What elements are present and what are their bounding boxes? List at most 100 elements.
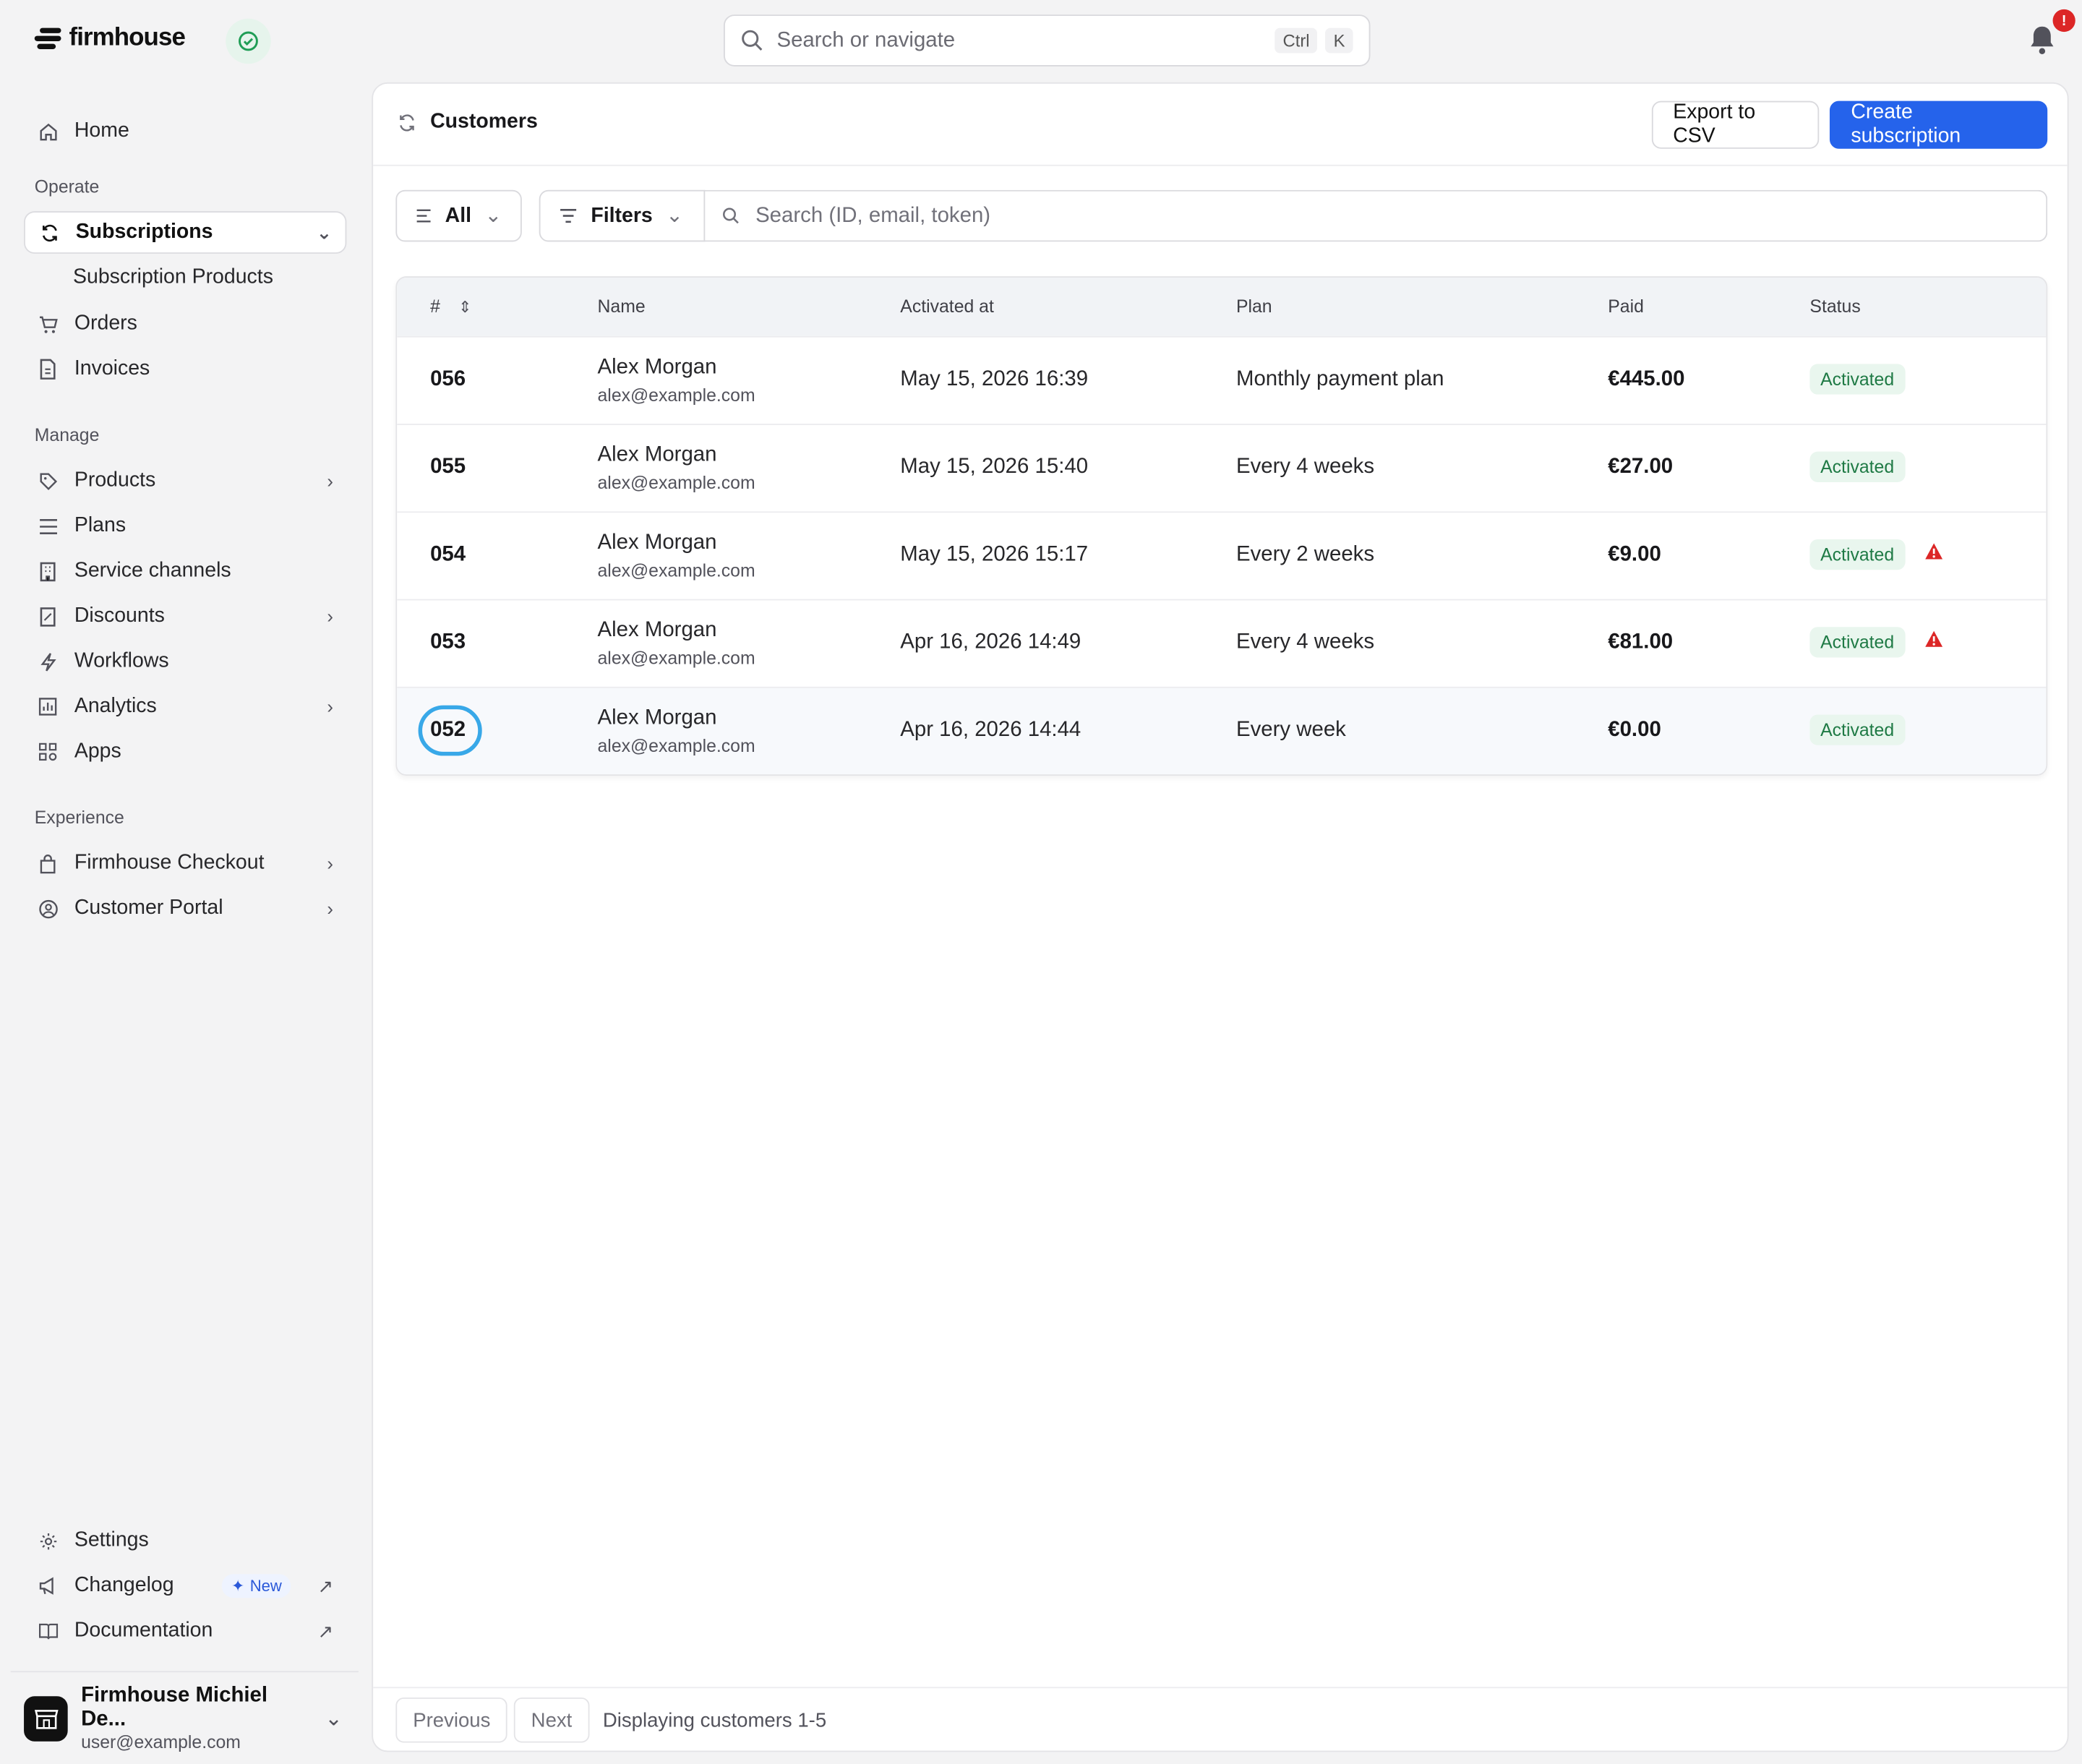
tag-icon: [37, 470, 58, 491]
sidebar-item-orders[interactable]: Orders: [24, 303, 346, 346]
list-icon: [37, 515, 58, 536]
status-badge: Activated: [1809, 627, 1905, 658]
sidebar-item-home[interactable]: Home: [24, 110, 346, 153]
cell-paid: €9.00: [1608, 543, 1661, 566]
cell-plan: Every 2 weeks: [1235, 543, 1375, 566]
table-row[interactable]: 055 Alex Morgan alex@example.com May 15, 20…: [397, 424, 2047, 512]
user-circle-icon: [37, 898, 58, 919]
sidebar-item-label: Service channels: [74, 559, 231, 582]
chevron-down-icon: ⌄: [666, 204, 684, 228]
account-name: Firmhouse Michiel De...: [81, 1684, 268, 1731]
cell-id[interactable]: 054: [430, 543, 466, 567]
next-button[interactable]: Next: [513, 1697, 590, 1743]
book-icon: [37, 1621, 58, 1642]
sidebar-item-documentation[interactable]: Documentation ↗: [24, 1610, 346, 1653]
cell-id[interactable]: 055: [430, 455, 466, 479]
page-title: Customers: [397, 110, 538, 134]
cell-paid: €81.00: [1608, 630, 1674, 654]
table-search-placeholder: Search (ID, email, token): [755, 204, 991, 227]
table-row[interactable]: 052 Alex Morgan alex@example.com Apr 16, 20…: [397, 686, 2047, 775]
store-icon: [24, 1695, 68, 1741]
status-badge: Activated: [1809, 714, 1905, 745]
table-row[interactable]: 053 Alex Morgan alex@example.com Apr 16, 20…: [397, 599, 2047, 687]
account-switcher[interactable]: Firmhouse Michiel De... user@example.com…: [10, 1671, 359, 1764]
sidebar-item-apps[interactable]: Apps: [24, 731, 346, 774]
section-label-operate: Operate: [34, 176, 100, 197]
sidebar-item-workflows[interactable]: Workflows: [24, 641, 346, 683]
account-email: user@example.com: [81, 1731, 241, 1752]
chevron-right-icon: ›: [327, 898, 334, 920]
table-body: 056 Alex Morgan alex@example.com May 15, 20…: [397, 335, 2047, 775]
sidebar-item-plans[interactable]: Plans: [24, 505, 346, 547]
cell-plan: Every 4 weeks: [1235, 455, 1375, 479]
sidebar-item-subscriptions[interactable]: Subscriptions ⌄: [24, 211, 347, 254]
sidebar-item-service-channels[interactable]: Service channels: [24, 550, 346, 593]
main-panel: Customers Export to CSV Create subscript…: [372, 82, 2069, 1752]
sidebar-item-label: Plans: [74, 514, 127, 537]
environment-status-badge[interactable]: [226, 18, 271, 64]
sidebar-item-label: Documentation: [74, 1619, 213, 1642]
sidebar-item-customer-portal[interactable]: Customer Portal ›: [24, 887, 346, 930]
sidebar-item-settings[interactable]: Settings: [24, 1520, 346, 1562]
discount-icon: [37, 606, 58, 627]
bolt-icon: [37, 651, 58, 672]
column-header-paid: Paid: [1608, 296, 1644, 317]
section-label-manage: Manage: [34, 424, 100, 445]
global-search-input[interactable]: Search or navigate Ctrl K: [724, 14, 1371, 67]
section-label-experience: Experience: [34, 808, 124, 828]
column-header-name: Name: [597, 296, 646, 317]
cart-icon: [37, 314, 58, 335]
cell-name: Alex Morgan: [597, 356, 717, 379]
building-icon: [37, 560, 58, 581]
sidebar-item-invoices[interactable]: Invoices: [24, 348, 346, 390]
column-header-id[interactable]: # ⇕: [430, 296, 472, 317]
warning-icon[interactable]: [1924, 542, 1944, 561]
cell-name: Alex Morgan: [597, 619, 717, 642]
cell-email: alex@example.com: [597, 385, 755, 406]
table-row[interactable]: 054 Alex Morgan alex@example.com May 15, 20…: [397, 511, 2047, 599]
keyboard-shortcut: Ctrl K: [1275, 27, 1353, 53]
chevron-right-icon: ›: [327, 695, 334, 718]
bag-icon: [37, 853, 58, 874]
create-subscription-button[interactable]: Create subscription: [1829, 100, 2048, 149]
kbd-k: K: [1325, 27, 1353, 53]
cell-paid: €445.00: [1608, 367, 1685, 391]
warning-icon[interactable]: [1924, 630, 1944, 648]
sidebar-item-changelog[interactable]: Changelog ✦ New ↗: [24, 1564, 346, 1607]
view-select[interactable]: All ⌄: [395, 189, 522, 242]
column-header-label: #: [430, 296, 440, 317]
sidebar-item-discounts[interactable]: Discounts ›: [24, 595, 346, 638]
sidebar-item-label: Changelog: [74, 1574, 174, 1597]
table-search-input[interactable]: Search (ID, email, token): [703, 189, 2048, 242]
cell-id[interactable]: 052: [430, 719, 466, 742]
bell-icon[interactable]: [2028, 24, 2057, 56]
chevron-right-icon: ›: [327, 852, 334, 874]
cell-email: alex@example.com: [597, 473, 755, 493]
status-badge: Activated: [1809, 539, 1905, 570]
export-csv-button[interactable]: Export to CSV: [1651, 100, 1820, 149]
document-icon: [37, 359, 58, 380]
filter-icon: [560, 209, 577, 223]
new-badge-label: New: [249, 1576, 282, 1596]
sidebar-item-analytics[interactable]: Analytics ›: [24, 685, 346, 728]
cell-activated-at: May 15, 2026 15:40: [900, 455, 1089, 479]
home-icon: [37, 121, 58, 142]
filters-button[interactable]: Filters ⌄: [539, 189, 706, 242]
sidebar-item-label: Settings: [74, 1528, 149, 1551]
table-toolbar: All ⌄ Filters ⌄ Search (ID, email, token…: [395, 189, 2048, 242]
cell-id[interactable]: 053: [430, 631, 466, 655]
previous-button[interactable]: Previous: [395, 1697, 508, 1743]
sidebar-item-label: Subscriptions: [75, 220, 213, 244]
lines-icon: [416, 209, 431, 223]
page-title-label: Customers: [430, 110, 538, 133]
customers-table: # ⇕ Name Activated at Plan Paid Status 0…: [395, 276, 2048, 776]
sidebar-item-products[interactable]: Products ›: [24, 460, 346, 502]
table-row[interactable]: 056 Alex Morgan alex@example.com May 15, 20…: [397, 335, 2047, 424]
cell-activated-at: May 15, 2026 16:39: [900, 367, 1089, 391]
cell-paid: €0.00: [1608, 718, 1661, 742]
brand-logo[interactable]: firmhouse: [34, 24, 186, 53]
sidebar-item-subscription-products[interactable]: Subscription Products: [73, 265, 273, 289]
apps-icon: [37, 741, 58, 762]
sidebar-item-firmhouse-checkout[interactable]: Firmhouse Checkout ›: [24, 842, 346, 885]
cell-id[interactable]: 056: [430, 368, 466, 392]
